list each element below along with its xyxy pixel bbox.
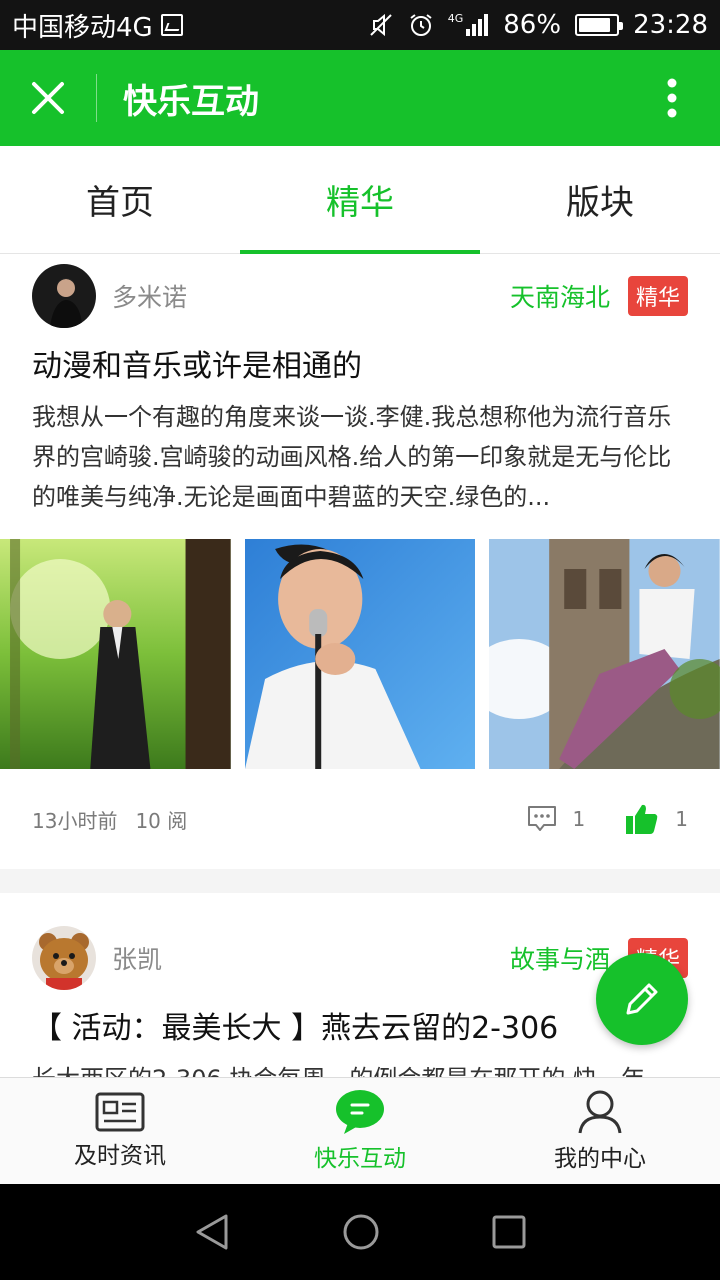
mute-icon <box>370 13 392 37</box>
avatar[interactable] <box>32 926 96 990</box>
image-notification-icon <box>160 14 183 36</box>
post-excerpt[interactable]: 长大西区的2-306.协会每周一的例会都是在那开的.快一年 <box>32 1059 688 1077</box>
recents-icon[interactable] <box>492 1215 526 1249</box>
signal-icon: 4G <box>448 13 490 37</box>
post-images <box>0 539 720 769</box>
nav-news[interactable]: 及时资讯 <box>0 1078 240 1184</box>
read-count: 10 阅 <box>135 808 188 833</box>
thumbs-up-icon <box>626 804 658 834</box>
board-link[interactable]: 天南海北 <box>510 278 610 314</box>
nav-profile[interactable]: 我的中心 <box>480 1078 720 1184</box>
compose-button[interactable] <box>596 953 688 1045</box>
tab-bar: 首页 精华 版块 <box>0 146 720 254</box>
post-image-singer[interactable] <box>244 539 476 769</box>
nav-interaction[interactable]: 快乐互动 <box>240 1078 480 1184</box>
author-name[interactable]: 多米诺 <box>112 278 510 314</box>
post-feed[interactable]: 多米诺 天南海北 精华 动漫和音乐或许是相通的 我想从一个有趣的角度来谈一谈.李… <box>0 255 720 1077</box>
post-image-outdoor[interactable] <box>489 539 720 769</box>
post-header: 多米诺 天南海北 精华 <box>32 255 688 331</box>
tab-boards[interactable]: 版块 <box>480 146 720 253</box>
post-title[interactable]: 动漫和音乐或许是相通的 <box>32 345 688 389</box>
post-time: 13小时前 <box>32 808 118 833</box>
app-bar-divider <box>96 74 97 122</box>
like-button[interactable]: 1 <box>625 803 688 835</box>
post-header: 张凯 故事与酒 精华 <box>32 917 688 993</box>
tab-featured[interactable]: 精华 <box>240 146 480 254</box>
carrier-label: 中国移动4G <box>12 12 153 43</box>
post-image-forest[interactable] <box>0 539 231 769</box>
app-title: 快乐互动 <box>123 81 259 122</box>
battery-icon <box>575 14 624 36</box>
back-icon[interactable] <box>194 1213 230 1251</box>
close-icon <box>32 82 64 114</box>
bottom-nav: 及时资讯 快乐互动 我的中心 <box>0 1077 720 1184</box>
battery-percent: 86% <box>503 10 562 40</box>
app-bar: 快乐互动 <box>0 50 720 146</box>
nav-profile-label: 我的中心 <box>554 1146 646 1172</box>
more-vertical-icon <box>667 78 677 118</box>
home-icon[interactable] <box>342 1213 380 1251</box>
comment-button[interactable]: 1 <box>527 805 586 833</box>
post-card[interactable]: 多米诺 天南海北 精华 动漫和音乐或许是相通的 我想从一个有趣的角度来谈一谈.李… <box>0 255 720 869</box>
comment-icon <box>527 806 556 831</box>
featured-badge: 精华 <box>627 276 688 316</box>
nav-news-label: 及时资讯 <box>74 1143 166 1169</box>
close-button[interactable] <box>0 50 96 146</box>
avatar[interactable] <box>32 264 96 328</box>
nav-interaction-label: 快乐互动 <box>314 1146 406 1172</box>
author-name[interactable]: 张凯 <box>112 940 510 976</box>
news-icon <box>95 1092 145 1132</box>
alarm-icon <box>410 14 432 36</box>
post-title[interactable]: 【 活动：最美长大 】燕去云留的2-306 <box>32 1007 688 1051</box>
post-footer: 13小时前 10 阅 1 1 <box>32 769 688 869</box>
more-options-button[interactable] <box>624 50 720 146</box>
comment-count: 1 <box>572 807 586 831</box>
board-link[interactable]: 故事与酒 <box>510 940 610 976</box>
like-count: 1 <box>675 807 688 831</box>
status-bar: 中国移动4G 4G 86% 23:28 <box>0 0 720 50</box>
post-excerpt[interactable]: 我想从一个有趣的角度来谈一谈.李健.我总想称他为流行音乐界的宫崎骏.宫崎骏的动画… <box>32 397 688 517</box>
system-nav-bar <box>0 1184 720 1280</box>
chat-bubble-icon <box>336 1090 384 1134</box>
tab-home[interactable]: 首页 <box>0 146 240 253</box>
user-icon <box>578 1090 622 1134</box>
pencil-icon <box>626 983 658 1015</box>
clock: 23:28 <box>633 10 708 40</box>
